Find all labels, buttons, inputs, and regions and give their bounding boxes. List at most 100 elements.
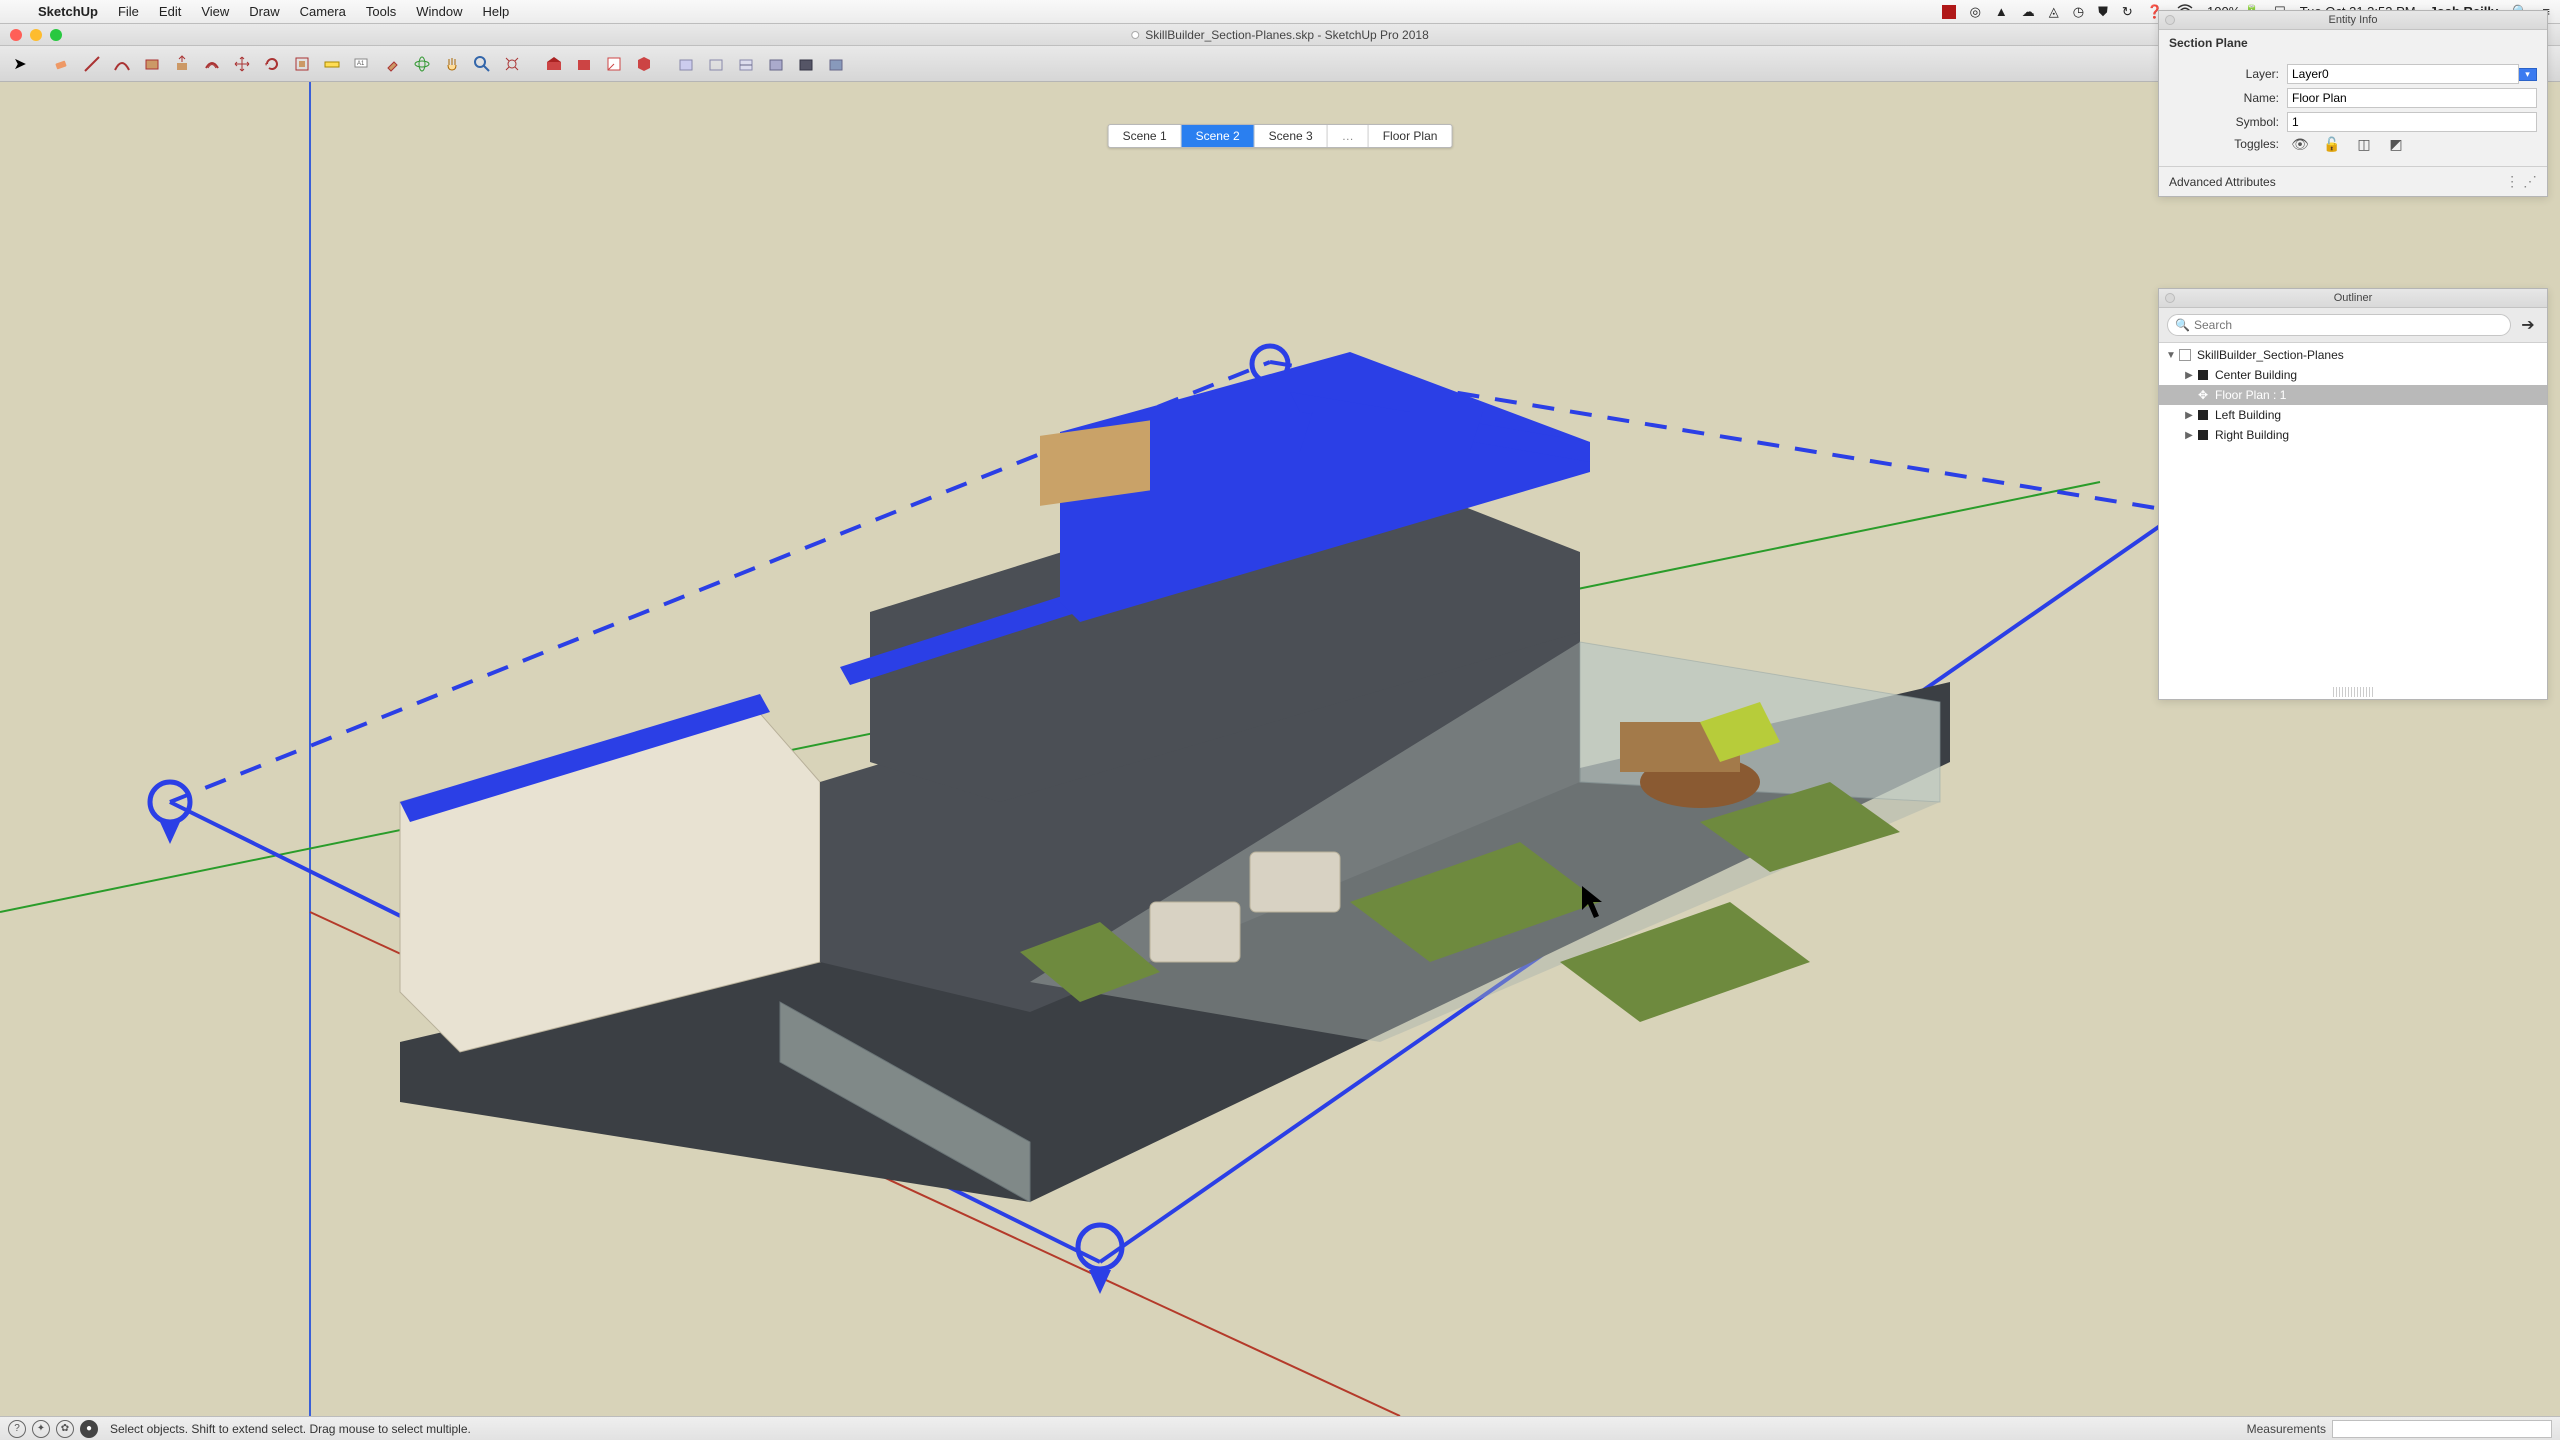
status-recording-icon (1942, 5, 1956, 19)
menu-camera[interactable]: Camera (290, 4, 356, 19)
scene-tab-floorplan[interactable]: Floor Plan (1369, 125, 1452, 147)
menu-window[interactable]: Window (406, 4, 472, 19)
toggle-cut-icon[interactable]: ◩ (2387, 136, 2405, 152)
tool-section-fill[interactable] (762, 50, 790, 78)
outliner-item[interactable]: ▶ Center Building (2159, 365, 2547, 385)
outliner-item-selected[interactable]: ✥ Floor Plan : 1 (2159, 385, 2547, 405)
tool-pan[interactable] (438, 50, 466, 78)
window-maximize-button[interactable] (50, 29, 62, 41)
search-icon: 🔍 (2175, 318, 2190, 332)
tool-offset[interactable] (198, 50, 226, 78)
tool-rectangle[interactable] (138, 50, 166, 78)
symbol-input[interactable] (2287, 112, 2537, 132)
tool-zoom-extents[interactable] (498, 50, 526, 78)
measurements-input[interactable] (2332, 1420, 2552, 1438)
tool-move[interactable] (228, 50, 256, 78)
tool-section-cut[interactable] (732, 50, 760, 78)
blank-icon (2183, 390, 2195, 401)
outliner-title[interactable]: Outliner (2159, 289, 2547, 308)
menu-view[interactable]: View (191, 4, 239, 19)
status-bar: ? ✦ ✿ ● Select objects. Shift to extend … (0, 1416, 2560, 1440)
tool-scale[interactable] (288, 50, 316, 78)
disclosure-icon[interactable]: ▼ (2165, 350, 2177, 361)
layer-dropdown-button[interactable]: ▾ (2519, 68, 2537, 81)
group-icon (2195, 430, 2211, 440)
menu-tools[interactable]: Tools (356, 4, 406, 19)
tool-zoom[interactable] (468, 50, 496, 78)
panel-resize-handle[interactable] (2333, 687, 2373, 697)
menu-draw[interactable]: Draw (239, 4, 289, 19)
tool-pushpull[interactable] (168, 50, 196, 78)
outliner-item[interactable]: ▶ Right Building (2159, 425, 2547, 445)
tool-arc[interactable] (108, 50, 136, 78)
name-input[interactable] (2287, 88, 2537, 108)
entity-type-label: Section Plane (2159, 30, 2547, 56)
tool-layout[interactable] (600, 50, 628, 78)
advanced-attributes-toggle[interactable]: Advanced Attributes ⋮ ⋰ (2159, 166, 2547, 196)
tool-text[interactable]: A1 (348, 50, 376, 78)
viewport[interactable]: Scene 1 Scene 2 Scene 3 … Floor Plan (0, 82, 2560, 1416)
outliner-tree[interactable]: ▼ SkillBuilder_Section-Planes ▶ Center B… (2159, 343, 2547, 699)
panel-close-icon[interactable] (2165, 15, 2175, 25)
tool-section-6[interactable] (822, 50, 850, 78)
scene-tab-1[interactable]: Scene 1 (1109, 125, 1182, 147)
status-icon: ◎ (1970, 4, 1981, 20)
outliner-root[interactable]: ▼ SkillBuilder_Section-Planes (2159, 345, 2547, 365)
group-icon (2195, 410, 2211, 420)
entity-info-panel: Entity Info Section Plane Layer: ▾ Name:… (2158, 10, 2548, 197)
disclosure-icon[interactable]: ▶ (2183, 370, 2195, 381)
tool-eraser[interactable] (48, 50, 76, 78)
tool-section-display[interactable] (702, 50, 730, 78)
tool-orbit[interactable] (408, 50, 436, 78)
hint-signin-icon[interactable]: ● (80, 1420, 98, 1438)
scene-tab-overflow[interactable]: … (1328, 125, 1369, 147)
toggle-lock-icon[interactable]: 🔓 (2323, 136, 2341, 152)
tool-section-plane[interactable] (672, 50, 700, 78)
layer-label: Layer: (2169, 67, 2287, 81)
group-icon (2195, 370, 2211, 380)
scene-tabs: Scene 1 Scene 2 Scene 3 … Floor Plan (1108, 124, 1453, 148)
measurements-label: Measurements (2247, 1422, 2326, 1436)
scene-tab-3[interactable]: Scene 3 (1255, 125, 1328, 147)
app-name[interactable]: SketchUp (28, 4, 108, 19)
tool-section-5[interactable] (792, 50, 820, 78)
outliner-search-input[interactable] (2167, 314, 2511, 336)
model-canvas[interactable] (0, 82, 2560, 1416)
hint-help-icon[interactable]: ? (8, 1420, 26, 1438)
scene-tab-2[interactable]: Scene 2 (1182, 125, 1255, 147)
tool-extension[interactable] (570, 50, 598, 78)
status-hint: Select objects. Shift to extend select. … (110, 1422, 471, 1436)
hint-person-icon[interactable]: ✿ (56, 1420, 74, 1438)
status-icon: ◬ (2049, 4, 2059, 20)
name-label: Name: (2169, 91, 2287, 105)
panel-close-icon[interactable] (2165, 293, 2175, 303)
status-sync-icon: ↻ (2122, 4, 2133, 20)
tool-rotate[interactable] (258, 50, 286, 78)
tool-paint[interactable] (378, 50, 406, 78)
layer-select[interactable] (2287, 64, 2519, 84)
outliner-item[interactable]: ▶ Left Building (2159, 405, 2547, 425)
menu-help[interactable]: Help (472, 4, 519, 19)
menu-edit[interactable]: Edit (149, 4, 191, 19)
status-icon: ▲ (1995, 4, 2008, 19)
tool-line[interactable] (78, 50, 106, 78)
tool-select[interactable]: ➤ (6, 50, 34, 78)
toggles-label: Toggles: (2169, 137, 2287, 151)
tool-tape[interactable] (318, 50, 346, 78)
hint-geo-icon[interactable]: ✦ (32, 1420, 50, 1438)
entity-info-title[interactable]: Entity Info (2159, 11, 2547, 30)
disclosure-icon[interactable]: ▶ (2183, 410, 2195, 421)
status-shield-icon: ⛊ (2098, 4, 2108, 20)
outliner-details-button[interactable]: ➔ (2517, 314, 2539, 336)
status-clock-icon: ◷ (2073, 4, 2084, 20)
section-plane-icon: ✥ (2195, 388, 2211, 402)
disclosure-icon[interactable]: ▶ (2183, 430, 2195, 441)
svg-text:A1: A1 (357, 61, 365, 67)
menu-file[interactable]: File (108, 4, 149, 19)
toggle-section-icon[interactable]: ◫ (2355, 136, 2373, 152)
window-close-button[interactable] (10, 29, 22, 41)
window-minimize-button[interactable] (30, 29, 42, 41)
tool-3d[interactable] (630, 50, 658, 78)
toggle-visible-icon[interactable]: 👁 (2291, 136, 2309, 152)
tool-warehouse[interactable] (540, 50, 568, 78)
